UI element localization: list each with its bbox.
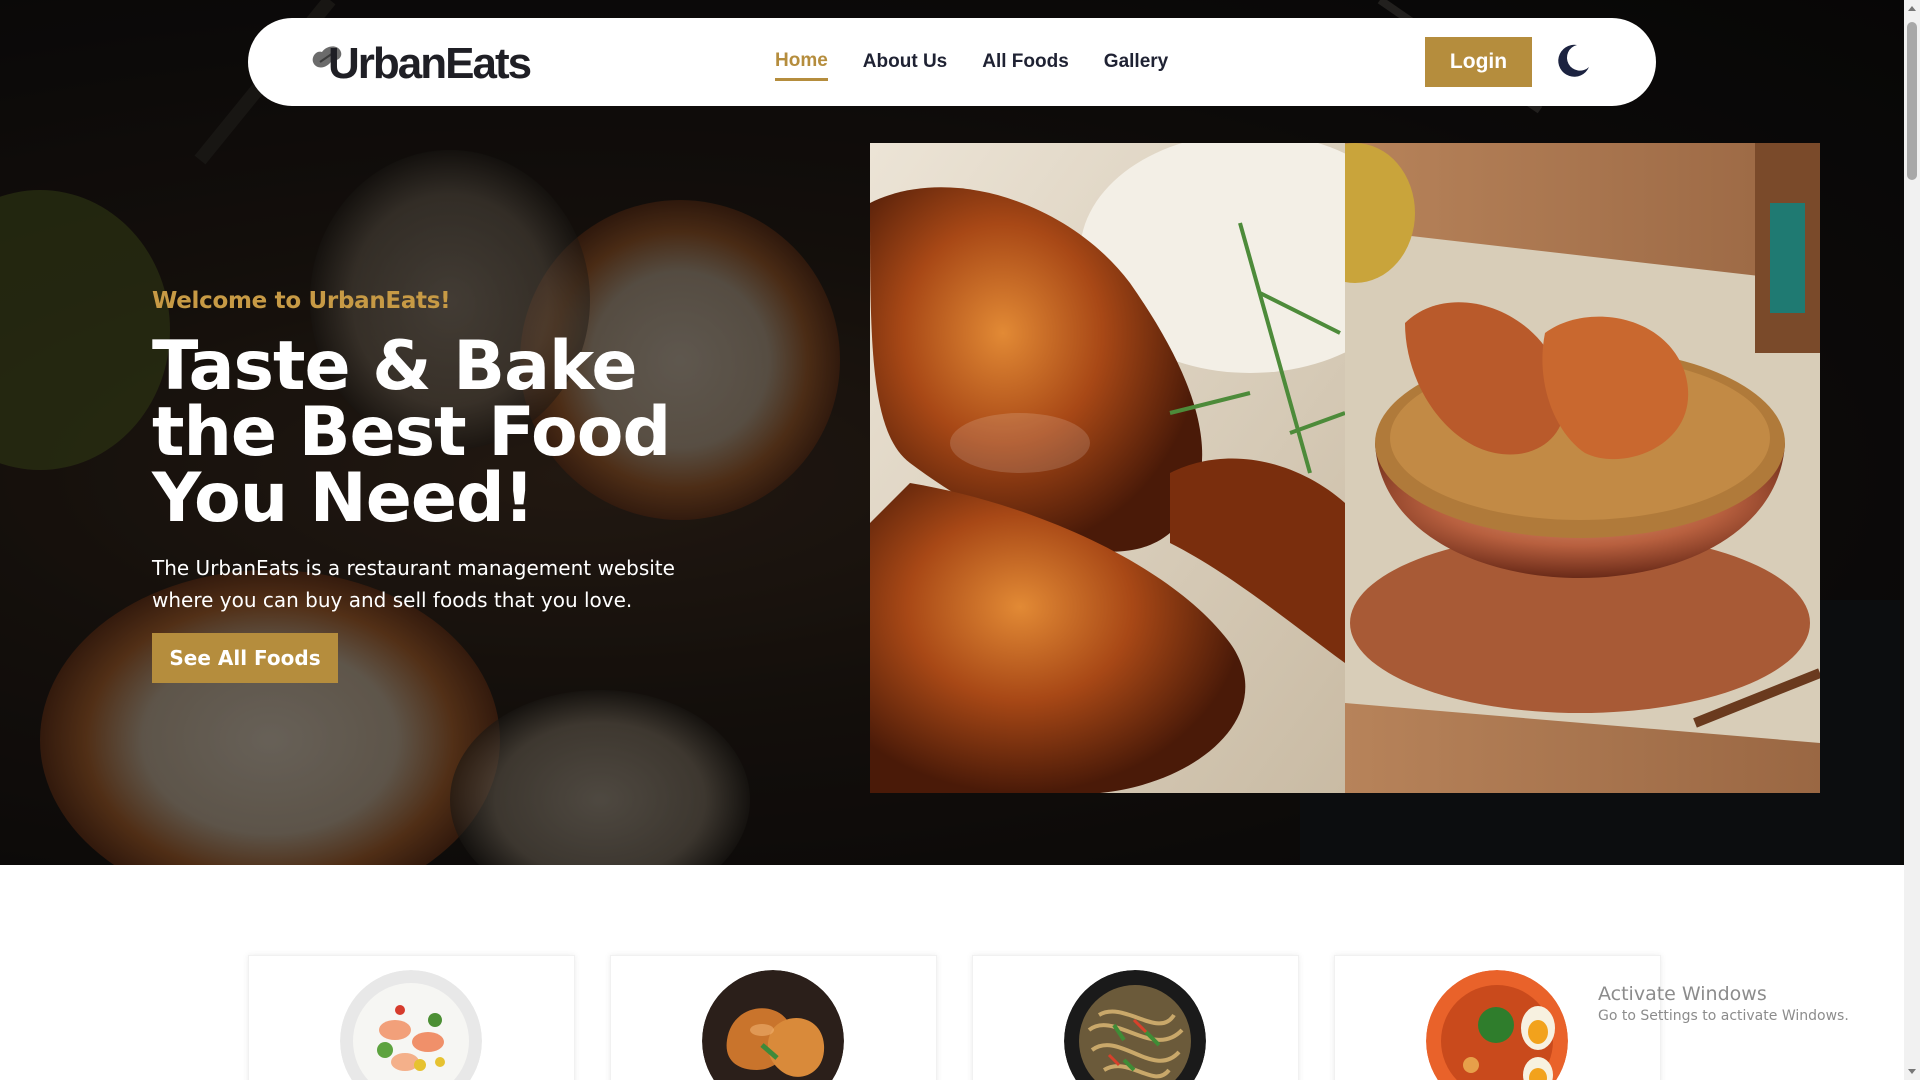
theme-toggle[interactable] [1553,41,1593,81]
scroll-down-arrow-icon[interactable] [1908,1069,1916,1074]
welcome-text: Welcome to UrbanEats! [152,288,451,314]
nav-link-all-foods[interactable]: All Foods [982,51,1069,79]
page: Welcome to UrbanEats! Taste & Bake the B… [0,0,1904,1080]
category-image-shrimp-salad [340,970,482,1080]
page-scrollbar[interactable] [1904,0,1920,1080]
login-button[interactable]: Login [1425,37,1532,87]
nav-link-home[interactable]: Home [775,50,828,81]
nav-link-about-us[interactable]: About Us [863,51,947,79]
category-image-ramen [1426,970,1568,1080]
nav-links: Home About Us All Foods Gallery [775,18,1168,106]
hero-description: The UrbanEats is a restaurant management… [152,556,675,612]
category-card[interactable] [972,955,1299,1080]
watermark-subtitle: Go to Settings to activate Windows. [1598,1008,1849,1024]
watermark-title: Activate Windows [1598,983,1767,1005]
category-image-noodles [1064,970,1206,1080]
category-card[interactable] [610,955,937,1080]
hero-section: Welcome to UrbanEats! Taste & Bake the B… [0,0,1904,865]
category-image-roast-chicken [702,970,844,1080]
scroll-up-arrow-icon[interactable] [1908,6,1916,11]
hero-image-chicken-biryani [1345,143,1820,793]
hero-image-chicken-drumsticks [870,143,1345,793]
see-all-foods-button[interactable]: See All Foods [152,633,338,683]
brand-logo[interactable]: UrbanEats [312,34,532,94]
moon-icon [1558,44,1589,77]
category-card[interactable] [248,955,575,1080]
navbar: UrbanEats Home About Us All Foods Galler… [248,18,1656,106]
scrollbar-thumb[interactable] [1907,22,1917,180]
hero-headline: Taste & Bake the Best Food You Need! [152,327,671,538]
brand-name: UrbanEats [328,39,532,88]
nav-link-gallery[interactable]: Gallery [1104,51,1168,79]
windows-activation-watermark: Activate Windows Go to Settings to activ… [1598,983,1849,1024]
